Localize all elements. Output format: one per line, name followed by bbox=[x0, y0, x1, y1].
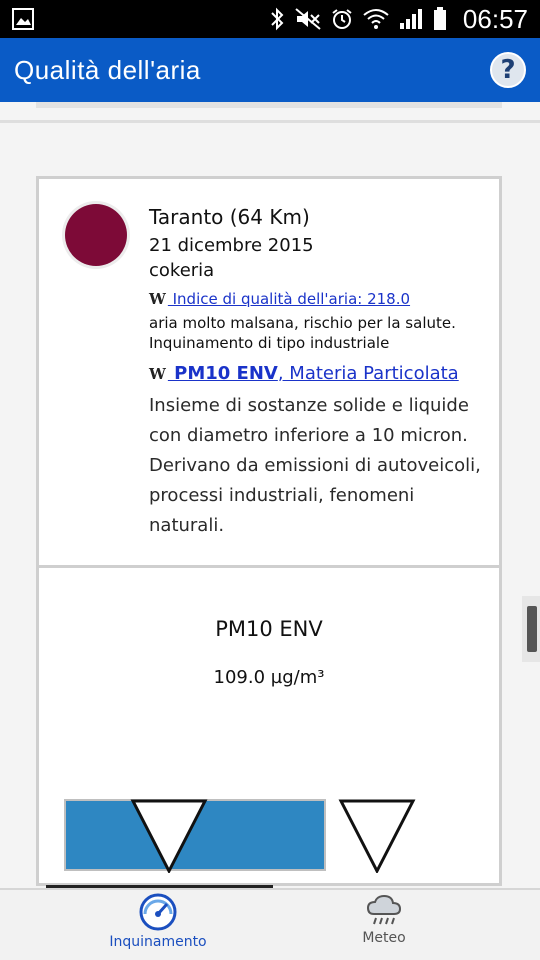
pollutant-name: , Materia Particolata bbox=[277, 363, 459, 384]
bluetooth-icon bbox=[269, 7, 285, 31]
station-type: cokeria bbox=[149, 260, 215, 281]
pollutant-code: PM10 ENV bbox=[167, 363, 278, 384]
nav-label-meteo: Meteo bbox=[362, 930, 406, 946]
gauge-label: PM10 ENV bbox=[215, 617, 323, 641]
card-divider bbox=[39, 565, 499, 568]
status-dot bbox=[65, 204, 127, 266]
battery-icon bbox=[433, 7, 447, 31]
status-bar: 06:57 bbox=[0, 0, 540, 38]
level-marker-icon bbox=[338, 799, 416, 873]
status-time: 06:57 bbox=[462, 3, 528, 34]
mute-icon bbox=[295, 7, 321, 31]
station-card: Taranto (64 Km) 21 dicembre 2015 cokeria… bbox=[36, 176, 502, 888]
app-bar: Qualità dell'aria ? bbox=[0, 38, 540, 102]
wikipedia-icon: W bbox=[149, 290, 166, 308]
help-button[interactable]: ? bbox=[490, 52, 526, 88]
nav-item-inquinamento[interactable]: Inquinamento bbox=[68, 892, 248, 960]
scroll-handle[interactable] bbox=[527, 606, 537, 652]
nav-item-meteo[interactable]: Meteo bbox=[294, 892, 474, 960]
separator bbox=[0, 120, 540, 123]
gauge-icon bbox=[139, 893, 177, 931]
signal-icon bbox=[399, 7, 423, 31]
weather-icon bbox=[366, 894, 402, 925]
station-name: Taranto (64 Km) bbox=[149, 205, 310, 229]
alarm-icon bbox=[331, 7, 353, 31]
pollutant-description: Insieme di sostanze solide e liquide con… bbox=[149, 395, 481, 536]
aqi-link[interactable]: Indice di qualità dell'aria: 218.0 bbox=[168, 290, 410, 308]
gauge-value: 109.0 µg/m³ bbox=[213, 667, 325, 688]
wikipedia-icon: W bbox=[149, 365, 166, 383]
level-marker-icon bbox=[130, 799, 208, 873]
pollutant-link[interactable]: PM10 ENV, Materia Particolata bbox=[168, 363, 459, 384]
gallery-icon bbox=[12, 7, 34, 31]
bottom-nav: Inquinamento Meteo bbox=[0, 888, 540, 960]
pollutant-row: W PM10 ENV, Materia Particolata bbox=[149, 363, 459, 384]
aqi-row: W Indice di qualità dell'aria: 218.0 bbox=[149, 290, 410, 308]
nav-label-inquinamento: Inquinamento bbox=[109, 934, 207, 950]
app-title: Qualità dell'aria bbox=[14, 54, 201, 85]
wifi-icon bbox=[363, 7, 389, 31]
scroll-shadow bbox=[36, 102, 502, 108]
station-date: 21 dicembre 2015 bbox=[149, 235, 314, 256]
station-info: Taranto (64 Km) 21 dicembre 2015 cokeria… bbox=[39, 179, 499, 565]
aqi-description: aria molto malsana, rischio per la salut… bbox=[149, 314, 456, 352]
help-icon: ? bbox=[500, 55, 516, 85]
